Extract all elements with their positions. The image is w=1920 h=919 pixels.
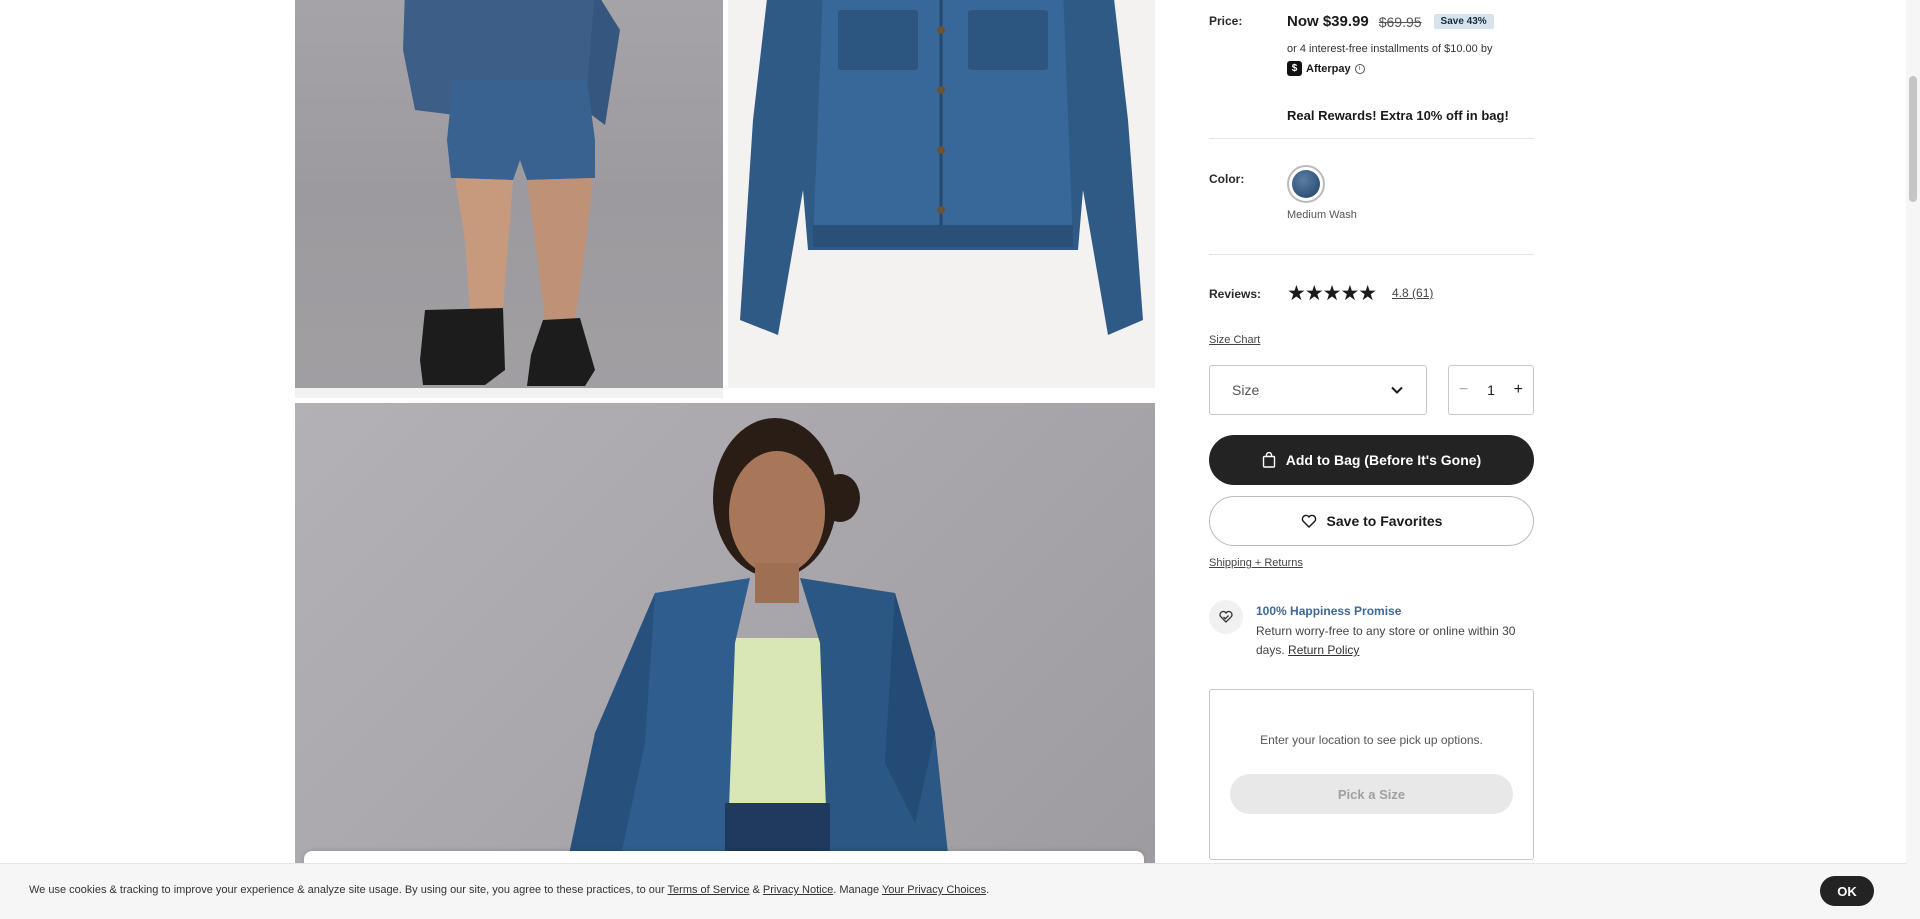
quantity-value: 1 <box>1487 382 1495 398</box>
shipping-returns-link[interactable]: Shipping + Returns <box>1209 557 1303 569</box>
heart-icon <box>1301 514 1316 528</box>
terms-of-service-link[interactable]: Terms of Service <box>668 884 750 896</box>
promise-text: Return worry-free to any store or online… <box>1256 622 1541 660</box>
color-name: Medium Wash <box>1287 209 1357 221</box>
product-image-model-front[interactable] <box>295 403 1155 919</box>
reviews-row: Reviews: ★★★★★ 4.8 (61) <box>1209 282 1534 305</box>
current-price: Now $39.99 <box>1287 13 1369 30</box>
review-count: (61) <box>1412 286 1434 300</box>
product-gallery <box>295 0 1155 919</box>
color-swatch-medium-wash[interactable] <box>1287 165 1325 203</box>
pickup-options-box: Enter your location to see pick up optio… <box>1209 689 1534 860</box>
installments-text: or 4 interest-free installments of $10.0… <box>1287 43 1493 55</box>
afterpay-logo[interactable]: $ Afterpay i <box>1287 61 1365 76</box>
product-image-model-back[interactable] <box>295 0 723 398</box>
scrollbar-thumb[interactable] <box>1909 76 1917 202</box>
afterpay-brand: Afterpay <box>1306 62 1351 75</box>
color-row: Color: Medium Wash <box>1209 165 1534 221</box>
cookie-banner: We use cookies & tracking to improve you… <box>0 863 1906 919</box>
size-placeholder: Size <box>1232 382 1260 398</box>
pickup-prompt: Enter your location to see pick up optio… <box>1260 733 1483 747</box>
afterpay-icon: $ <box>1287 61 1302 76</box>
privacy-choices-link[interactable]: Your Privacy Choices <box>882 884 986 896</box>
pick-a-size-button[interactable]: Pick a Size <box>1230 774 1513 814</box>
page-scrollbar[interactable] <box>1906 0 1920 919</box>
cookie-end: . <box>986 884 990 896</box>
rewards-text: Real Rewards! Extra 10% off in bag! <box>1287 108 1509 123</box>
star-rating-icon: ★★★★★ <box>1287 282 1377 305</box>
swatch-fill <box>1292 170 1320 198</box>
add-to-bag-label: Add to Bag (Before It's Gone) <box>1285 452 1482 468</box>
price-values: Now $39.99 $69.95 Save 43% <box>1287 13 1494 30</box>
color-label: Color: <box>1209 172 1245 186</box>
return-policy-link[interactable]: Return Policy <box>1288 643 1359 657</box>
shopping-bag-icon <box>1262 452 1275 468</box>
save-to-favorites-label: Save to Favorites <box>1326 513 1443 529</box>
increase-quantity-button[interactable]: + <box>1514 381 1523 399</box>
save-badge: Save 43% <box>1433 14 1494 29</box>
cookie-ok-button[interactable]: OK <box>1820 876 1874 906</box>
cookie-mid: . Manage <box>833 884 882 896</box>
privacy-notice-link[interactable]: Privacy Notice <box>763 884 833 896</box>
save-to-favorites-button[interactable]: Save to Favorites <box>1209 496 1534 546</box>
size-chart-link[interactable]: Size Chart <box>1209 334 1260 346</box>
info-icon[interactable]: i <box>1354 63 1365 74</box>
divider <box>1209 254 1534 255</box>
cookie-amp: & <box>749 884 763 896</box>
promise-title: 100% Happiness Promise <box>1256 604 1402 618</box>
rating-value: 4.8 <box>1392 286 1409 300</box>
add-to-bag-button[interactable]: Add to Bag (Before It's Gone) <box>1209 435 1534 485</box>
chevron-down-icon <box>1391 386 1403 394</box>
cookie-body: We use cookies & tracking to improve you… <box>29 884 668 896</box>
heart-check-icon <box>1209 600 1243 634</box>
divider <box>1209 138 1534 139</box>
product-image-jacket-flat[interactable] <box>728 0 1155 398</box>
size-dropdown[interactable]: Size <box>1209 365 1427 415</box>
original-price: $69.95 <box>1378 13 1422 30</box>
quantity-stepper: − 1 + <box>1448 365 1534 415</box>
price-label: Price: <box>1209 14 1243 28</box>
decrease-quantity-button[interactable]: − <box>1459 381 1468 399</box>
rating-link[interactable]: 4.8 (61) <box>1392 286 1433 300</box>
reviews-label: Reviews: <box>1209 287 1262 301</box>
cookie-text: We use cookies & tracking to improve you… <box>29 884 989 896</box>
